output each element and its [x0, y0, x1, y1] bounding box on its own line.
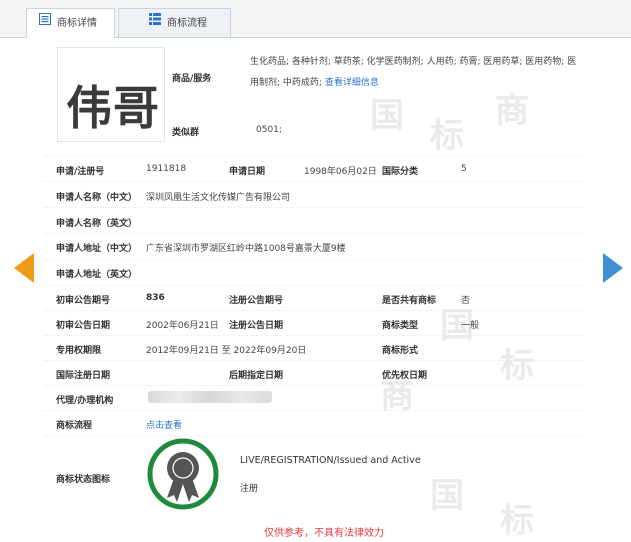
intl-class-label: 国际分类 — [382, 167, 419, 177]
divider — [44, 385, 584, 386]
similar-group-value: 0501; — [256, 125, 282, 135]
similar-group-label: 类似群 — [172, 128, 200, 138]
divider — [44, 155, 584, 156]
status-chinese: 注册 — [240, 484, 259, 494]
shared-value: 否 — [461, 296, 471, 306]
document-list-icon — [39, 9, 51, 37]
prelim-no-label: 初审公告期号 — [56, 296, 111, 306]
reg-no-label: 申请/注册号 — [56, 167, 105, 177]
reg-notice-date-label: 注册公告日期 — [229, 321, 284, 331]
agent-label: 代理/办理机构 — [56, 396, 114, 406]
prelim-date-label: 初审公告日期 — [56, 321, 111, 331]
intl-class-value: 5 — [461, 164, 467, 174]
award-ribbon-icon — [147, 438, 219, 510]
intl-reg-date-label: 国际注册日期 — [56, 371, 111, 381]
shared-label: 是否共有商标 — [382, 296, 437, 306]
trademark-logo-text: 伟哥 — [66, 81, 160, 135]
applicant-cn-value: 深圳凤凰生活文化传媒广告有限公司 — [146, 193, 291, 203]
tm-type-value: 一般 — [461, 321, 480, 331]
tab-bar: 商标详情 商标流程 — [0, 0, 631, 38]
address-cn-value: 广东省深圳市罗湖区红岭中路1008号嘉景大厦9楼 — [146, 244, 346, 254]
flow-label: 商标流程 — [56, 421, 93, 431]
divider — [44, 360, 584, 361]
address-en-label: 申请人地址（英文） — [56, 270, 138, 280]
previous-arrow-icon[interactable] — [14, 253, 34, 283]
applicant-en-label: 申请人名称（英文） — [56, 219, 138, 229]
status-english: LIVE/REGISTRATION/Issued and Active — [240, 455, 421, 466]
goods-list: 生化药品; 各种针剂; 草药茶; 化学医药制剂; 人用药; 药膏; 医用药草; … — [250, 57, 577, 88]
watermark: 标 — [500, 346, 534, 386]
divider — [44, 207, 584, 208]
divider — [44, 181, 584, 182]
goods-services-label: 商品/服务 — [172, 74, 212, 84]
watermark: 标 — [500, 501, 534, 541]
tab-label: 商标详情 — [57, 18, 97, 29]
tm-form-label: 商标形式 — [382, 346, 419, 356]
address-cn-label: 申请人地址（中文） — [56, 244, 138, 254]
reg-no-value: 1911818 — [146, 164, 187, 174]
grid-list-icon — [149, 9, 161, 37]
divider — [44, 310, 584, 311]
divider — [44, 435, 584, 436]
next-arrow-icon[interactable] — [603, 253, 623, 283]
trademark-detail-panel: 国 标 商 国 标 商 国 标 伟哥 商品/服务 生化药品; 各种针剂; 草药茶… — [0, 38, 631, 541]
later-date-label: 后期指定日期 — [229, 371, 284, 381]
tab-label: 商标流程 — [167, 18, 207, 29]
tab-trademark-process[interactable]: 商标流程 — [118, 8, 231, 37]
divider — [44, 233, 584, 234]
view-flow-link[interactable]: 点击查看 — [146, 418, 182, 431]
applicant-cn-label: 申请人名称（中文） — [56, 193, 138, 203]
divider — [44, 285, 584, 286]
tm-type-label: 商标类型 — [382, 321, 419, 331]
reg-notice-no-label: 注册公告期号 — [229, 296, 284, 306]
prelim-date-value: 2002年06月21日 — [146, 321, 219, 331]
divider — [44, 335, 584, 336]
app-date-label: 申请日期 — [229, 167, 266, 177]
exclusive-value: 2012年09月21日 至 2022年09月20日 — [146, 346, 307, 356]
watermark: 标 — [430, 116, 464, 156]
watermark: 国 — [370, 96, 404, 136]
goods-services-value: 生化药品; 各种针剂; 草药茶; 化学医药制剂; 人用药; 药膏; 医用药草; … — [250, 52, 580, 94]
tab-trademark-details[interactable]: 商标详情 — [26, 8, 115, 38]
status-icon-label: 商标状态图标 — [56, 475, 111, 485]
watermark: 国 — [430, 476, 464, 516]
app-date-value: 1998年06月02日 — [304, 167, 377, 177]
prelim-no-value: 836 — [146, 293, 165, 303]
exclusive-label: 专用权期限 — [56, 346, 102, 356]
divider — [44, 410, 584, 411]
trademark-image: 伟哥 — [57, 47, 165, 142]
agent-value-redacted — [148, 391, 272, 403]
view-details-link[interactable]: 查看详细信息 — [325, 78, 379, 88]
priority-date-label: 优先权日期 — [382, 371, 428, 381]
divider — [44, 259, 584, 260]
